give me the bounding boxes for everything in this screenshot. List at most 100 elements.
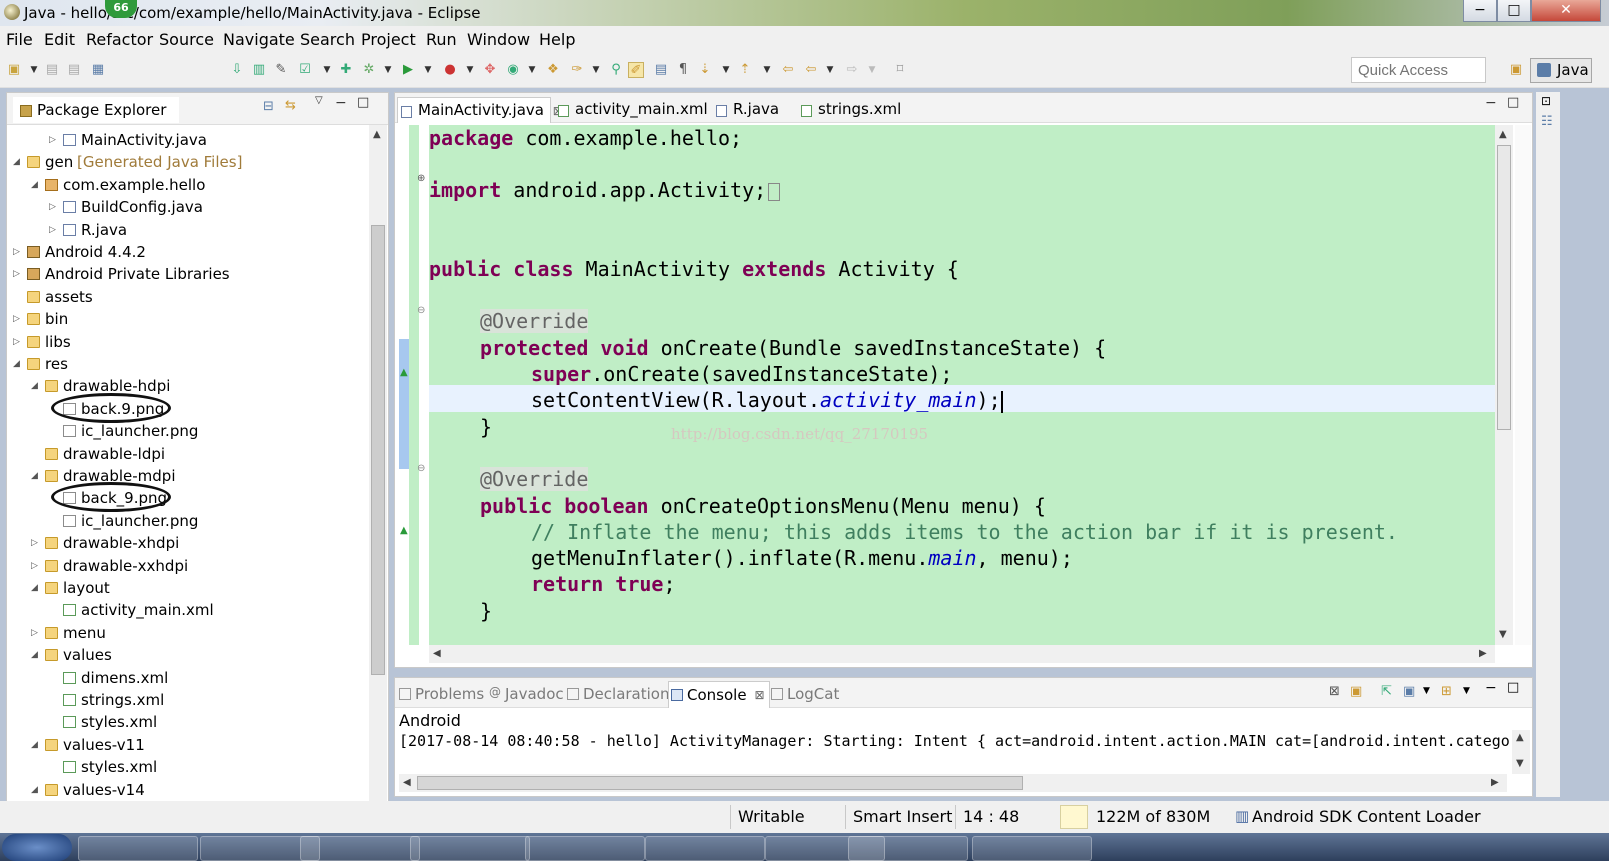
scroll-right-icon[interactable]: ▶ — [1479, 648, 1487, 659]
new-icon[interactable]: ▣ — [6, 62, 22, 78]
tab-package-explorer[interactable]: Package Explorer ⊠ — [13, 97, 179, 136]
pin-console-icon[interactable]: ⇱ — [1381, 684, 1392, 699]
clear-console-icon[interactable]: ⊠ — [1329, 684, 1340, 699]
minimize-button[interactable]: − — [1463, 0, 1497, 22]
new-class-icon[interactable]: ◉ — [505, 62, 521, 78]
open-console-icon[interactable]: ⊞ — [1441, 684, 1452, 699]
open-console-dropdown-icon[interactable]: ▼ — [1463, 686, 1470, 696]
expanded-twisty-icon[interactable]: ◢ — [31, 734, 41, 756]
expanded-twisty-icon[interactable]: ◢ — [31, 174, 41, 196]
scroll-left-icon[interactable]: ◀ — [433, 648, 441, 659]
collapsed-twisty-icon[interactable]: ▷ — [13, 263, 23, 285]
menu-search[interactable]: Search — [300, 30, 355, 49]
heap-bar[interactable] — [1060, 805, 1088, 829]
previous-annotation-dropdown-icon[interactable]: ▼ — [759, 62, 775, 78]
menu-source[interactable]: Source — [159, 30, 214, 49]
save-icon[interactable]: ▤ — [44, 62, 60, 78]
console-horizontal-scrollbar[interactable]: ◀ ▶ — [399, 774, 1507, 792]
editor-horizontal-scrollbar[interactable]: ◀ ▶ — [429, 645, 1495, 663]
scrollbar-thumb[interactable] — [417, 776, 1023, 790]
open-type-icon[interactable]: ❖ — [545, 62, 561, 78]
minimize-editor-icon[interactable]: − — [1485, 95, 1497, 111]
taskbar-app-button[interactable] — [525, 836, 645, 861]
expanded-twisty-icon[interactable]: ◢ — [31, 779, 41, 801]
scroll-up-icon[interactable]: ▲ — [373, 129, 381, 140]
scrollbar-thumb[interactable] — [371, 225, 385, 675]
console-vertical-scrollbar[interactable]: ▲ ▼ — [1512, 730, 1530, 774]
link-with-editor-icon[interactable]: ⇆ — [285, 98, 296, 113]
taskbar-app-button[interactable] — [848, 836, 968, 861]
scroll-down-icon[interactable]: ▼ — [1516, 758, 1524, 769]
scrollbar-thumb[interactable] — [1497, 145, 1511, 430]
tab-console[interactable]: Console ⊠ — [668, 681, 770, 708]
new-package-icon[interactable]: ✥ — [482, 62, 498, 78]
collapsed-twisty-icon[interactable]: ▷ — [13, 308, 23, 330]
minimize-view-icon[interactable]: − — [335, 95, 347, 111]
menu-refactor[interactable]: Refactor — [86, 30, 153, 49]
new-class-dropdown-icon[interactable]: ▼ — [524, 62, 540, 78]
collapse-all-icon[interactable]: ⊟ — [263, 99, 274, 114]
mark-occurrences-icon[interactable]: ✐ — [628, 62, 644, 78]
expanded-twisty-icon[interactable]: ◢ — [31, 644, 41, 666]
check-icon[interactable]: ☑ — [297, 62, 313, 78]
forward-dropdown-icon[interactable]: ▼ — [864, 62, 880, 78]
tab-problems[interactable]: Problems — [397, 685, 484, 703]
package-explorer-scrollbar[interactable]: ▲ ▼ — [369, 125, 387, 818]
maximize-console-icon[interactable]: □ — [1507, 680, 1519, 695]
run-dropdown-icon[interactable]: ▼ — [420, 62, 436, 78]
external-tools-icon[interactable]: ● — [442, 62, 458, 78]
save-all-icon[interactable]: ▤ — [66, 62, 82, 78]
expanded-twisty-icon[interactable]: ◢ — [31, 465, 41, 487]
previous-annotation-icon[interactable]: ⇡ — [737, 62, 753, 78]
scroll-up-icon[interactable]: ▲ — [1499, 129, 1507, 140]
menu-project[interactable]: Project — [361, 30, 416, 49]
forward-icon[interactable]: ⇨ — [844, 62, 860, 78]
open-perspective-icon[interactable]: ▣ — [1508, 62, 1524, 78]
menu-navigate[interactable]: Navigate — [223, 30, 295, 49]
next-annotation-icon[interactable]: ⇣ — [697, 62, 713, 78]
external-tools-dropdown-icon[interactable]: ▼ — [462, 62, 478, 78]
maximize-button[interactable]: □ — [1497, 0, 1531, 22]
toggle-breadcrumb-icon[interactable]: ⚲ — [608, 62, 624, 78]
menu-edit[interactable]: Edit — [44, 30, 75, 49]
lint-icon[interactable]: ✎ — [273, 62, 289, 78]
collapsed-twisty-icon[interactable]: ▷ — [31, 555, 41, 577]
quick-access-input[interactable] — [1351, 57, 1486, 83]
collapse-fold-icon[interactable]: ⊖ — [417, 463, 425, 474]
tab-javadoc[interactable]: @ Javadoc — [487, 685, 564, 703]
collapsed-twisty-icon[interactable]: ▷ — [49, 129, 59, 151]
display-console-icon[interactable]: ▣ — [1403, 684, 1415, 699]
pin-editor-icon[interactable]: ⌑ — [892, 62, 908, 78]
next-annotation-dropdown-icon[interactable]: ▼ — [718, 62, 734, 78]
outline-view-icon[interactable]: ☷ — [1541, 114, 1553, 129]
collapsed-twisty-icon[interactable]: ▷ — [13, 241, 23, 263]
collapsed-twisty-icon[interactable]: ▷ — [31, 622, 41, 644]
sdk-manager-icon[interactable]: ⇩ — [229, 62, 245, 78]
scroll-down-icon[interactable]: ▼ — [1499, 629, 1507, 640]
block-selection-icon[interactable]: ▤ — [653, 62, 669, 78]
search-icon[interactable]: ✑ — [569, 62, 585, 78]
minimize-console-icon[interactable]: − — [1485, 680, 1497, 696]
close-tab-icon[interactable]: ⊠ — [754, 688, 764, 702]
search-dropdown-icon[interactable]: ▼ — [588, 62, 604, 78]
editor-vertical-scrollbar[interactable]: ▲ ▼ — [1495, 125, 1513, 645]
expanded-twisty-icon[interactable]: ◢ — [31, 577, 41, 599]
new-android-project-icon[interactable]: ✚ — [338, 62, 354, 78]
tab-r-java[interactable]: R.java — [713, 97, 779, 123]
collapsed-twisty-icon[interactable]: ▷ — [31, 532, 41, 554]
run-icon[interactable]: ▶ — [400, 62, 416, 78]
folded-imports-icon[interactable] — [768, 182, 781, 201]
close-button[interactable]: ✕ — [1531, 0, 1601, 22]
tab-activity-main-xml[interactable]: activity_main.xml — [555, 97, 708, 123]
taskbar-app-button[interactable] — [645, 836, 765, 861]
start-button[interactable] — [2, 834, 72, 861]
scroll-right-icon[interactable]: ▶ — [1491, 777, 1499, 788]
print-icon[interactable]: ▦ — [90, 62, 106, 78]
expanded-twisty-icon[interactable]: ◢ — [13, 151, 23, 173]
menu-file[interactable]: File — [6, 30, 33, 49]
collapsed-twisty-icon[interactable]: ▷ — [49, 196, 59, 218]
new-dropdown-icon[interactable]: ▼ — [26, 62, 42, 78]
expand-fold-icon[interactable]: ⊕ — [417, 173, 425, 184]
taskbar-app-button[interactable] — [300, 836, 420, 861]
back-dropdown-icon[interactable]: ▼ — [822, 62, 838, 78]
